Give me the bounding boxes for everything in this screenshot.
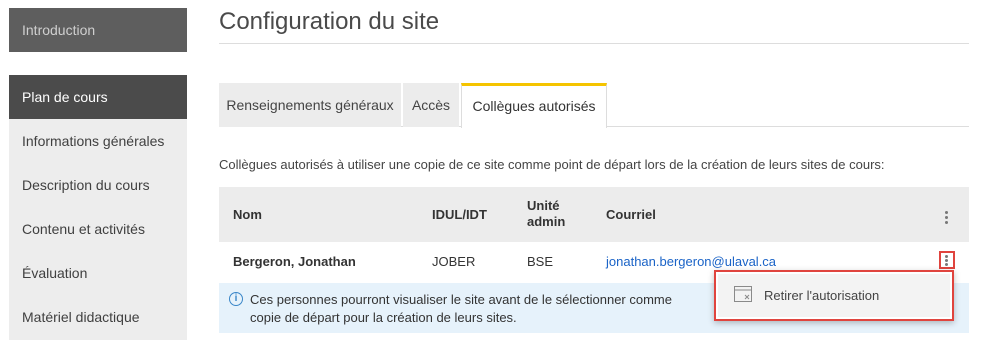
page-title: Configuration du site bbox=[219, 8, 440, 35]
row-more-options-icon[interactable] bbox=[939, 251, 955, 269]
info-text: Ces personnes pourront visualiser le sit… bbox=[250, 292, 672, 325]
tab-acces[interactable]: Accès bbox=[403, 83, 459, 127]
sidebar-intro[interactable]: Introduction bbox=[9, 8, 187, 52]
info-icon: i bbox=[229, 292, 243, 306]
cell-nom: Bergeron, Jonathan bbox=[233, 254, 356, 269]
tab-collegues-autorises[interactable]: Collègues autorisés bbox=[461, 83, 607, 128]
sidebar-item-plan-de-cours[interactable]: Plan de cours bbox=[9, 75, 187, 119]
header-more-options-icon[interactable] bbox=[940, 208, 954, 226]
sidebar-item-contenu-et-activites[interactable]: Contenu et activités bbox=[9, 207, 187, 251]
remove-authorization-label: Retirer l'autorisation bbox=[764, 288, 880, 303]
tab-bar: Renseignements généraux Accès Collègues … bbox=[219, 83, 969, 128]
sidebar-item-informations-generales[interactable]: Informations générales bbox=[9, 119, 187, 163]
sidebar-nav: Plan de cours Informations générales Des… bbox=[9, 75, 187, 340]
column-header-idul: IDUL/IDT bbox=[432, 207, 487, 222]
column-header-unite-line1: Unité bbox=[527, 198, 560, 213]
column-header-unite-line2: admin bbox=[527, 214, 566, 229]
column-header-unite-admin: Unité admin bbox=[527, 198, 565, 230]
context-menu: Retirer l'autorisation bbox=[714, 270, 954, 321]
remove-authorization-menu-item[interactable]: Retirer l'autorisation bbox=[718, 274, 950, 317]
title-divider bbox=[219, 43, 969, 44]
cell-unite: BSE bbox=[527, 254, 554, 269]
sidebar-item-materiel-didactique[interactable]: Matériel didactique bbox=[9, 295, 187, 339]
tab-renseignements-generaux[interactable]: Renseignements généraux bbox=[219, 83, 401, 127]
column-header-nom: Nom bbox=[233, 207, 262, 222]
column-header-courriel: Courriel bbox=[606, 207, 656, 222]
remove-window-icon bbox=[734, 286, 752, 302]
table-header: Nom IDUL/IDT Unité admin Courriel bbox=[219, 187, 969, 242]
cell-idul: JOBER bbox=[432, 254, 476, 269]
sidebar-item-evaluation[interactable]: Évaluation bbox=[9, 251, 187, 295]
email-link[interactable]: jonathan.bergeron@ulaval.ca bbox=[606, 254, 776, 269]
sidebar-item-description-du-cours[interactable]: Description du cours bbox=[9, 163, 187, 207]
section-description: Collègues autorisés à utiliser une copie… bbox=[219, 157, 885, 172]
